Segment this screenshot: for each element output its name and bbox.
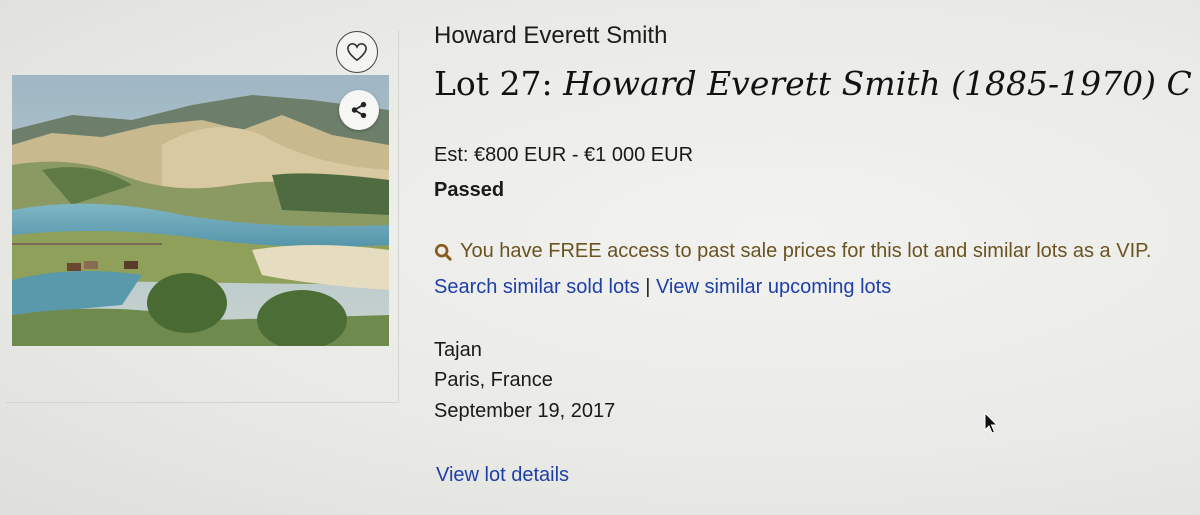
share-icon — [351, 101, 367, 119]
vip-search-icon — [434, 243, 452, 261]
lot-painting-image[interactable] — [12, 75, 389, 346]
view-similar-upcoming-link[interactable]: View similar upcoming lots — [656, 276, 891, 298]
search-similar-sold-link[interactable]: Search similar sold lots — [434, 276, 640, 298]
lot-image-card — [6, 30, 399, 403]
vip-notice: You have FREE access to past sale prices… — [434, 240, 1151, 263]
lot-number: Lot 27: — [434, 64, 564, 103]
auction-house: Tajan — [434, 339, 482, 361]
similar-lots-links: Search similar sold lots | View similar … — [434, 276, 891, 299]
lot-info-panel: Howard Everett Smith Lot 27: Howard Ever… — [434, 0, 1200, 515]
sale-location: Paris, France — [434, 369, 553, 391]
view-lot-details-link[interactable]: View lot details — [436, 464, 569, 487]
vip-notice-text: You have FREE access to past sale prices… — [460, 240, 1152, 262]
share-button[interactable] — [339, 90, 379, 130]
mouse-cursor-icon — [984, 412, 999, 434]
artist-name: Howard Everett Smith — [434, 22, 668, 49]
favorite-button[interactable] — [336, 31, 378, 73]
sale-status: Passed — [434, 179, 505, 201]
link-separator: | — [645, 276, 651, 298]
heart-icon — [347, 42, 367, 62]
lot-title-text: Howard Everett Smith (1885-1970) C — [563, 64, 1192, 103]
price-estimate: Est: €800 EUR - €1 000 EUR — [434, 144, 694, 166]
lot-title: Lot 27: Howard Everett Smith (1885-1970)… — [434, 64, 1192, 103]
sale-date: September 19, 2017 — [434, 400, 616, 422]
